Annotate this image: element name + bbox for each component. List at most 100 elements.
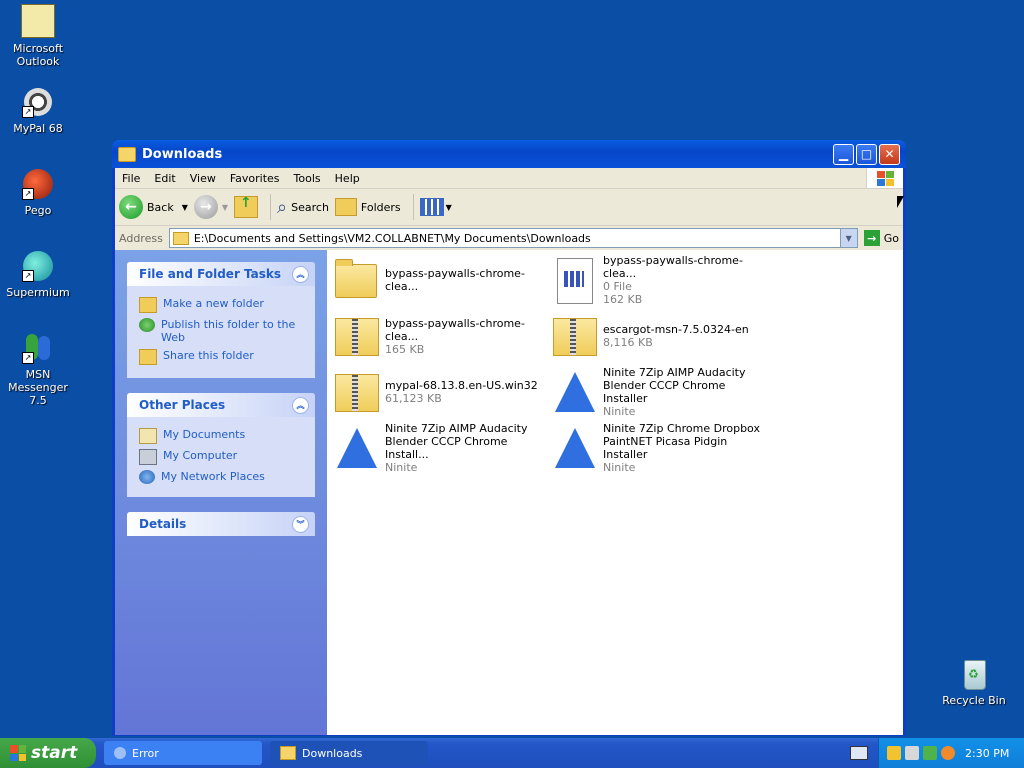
file-name: Ninite 7Zip AIMP Audacity [603, 366, 746, 379]
file-size: 61,123 KB [385, 392, 442, 405]
network-error-icon[interactable] [905, 746, 919, 760]
panel-header[interactable]: Details ︾ [127, 512, 315, 536]
system-tray: 2:30 PM [878, 738, 1024, 768]
task-publish-folder[interactable]: Publish this folder to the Web [139, 318, 305, 344]
file-item[interactable]: bypass-paywalls-chrome-clea... 165 KB [331, 310, 547, 362]
file-name: escargot-msn-7.5.0324-en [603, 323, 749, 336]
minimize-icon: ▁ [838, 147, 849, 161]
taskbar-button-label: Error [132, 746, 159, 760]
address-label: Address [119, 231, 163, 245]
file-type: Ninite [603, 405, 636, 418]
desktop-icon-recycle-bin[interactable]: ♻ Recycle Bin [936, 658, 1012, 707]
desktop-icon-label: MyPal 68 [13, 122, 63, 135]
file-list: bypass-paywalls-chrome-clea... bypass-pa… [327, 250, 903, 735]
desktop-icon-supermium[interactable]: ↗ Supermium [0, 250, 76, 299]
taskbar: start Error Downloads 2:30 PM [0, 738, 1024, 768]
desktop-icon-outlook[interactable]: Microsoft Outlook [0, 4, 76, 68]
search-icon: ⌕ [277, 196, 288, 218]
file-name: bypass-paywalls-chrome-clea... [385, 267, 525, 293]
taskbar-button-error[interactable]: Error [104, 741, 262, 765]
windows-logo-icon [866, 168, 903, 188]
desktop-icon-label: MSN Messenger 7.5 [8, 368, 68, 407]
file-name-line2: Blender CCCP Chrome Installer [603, 379, 726, 405]
folder-icon [172, 231, 189, 245]
maximize-icon: □ [860, 147, 873, 161]
address-path: E:\Documents and Settings\VM2.COLLABNET\… [193, 231, 591, 245]
desktop-icon-mypal[interactable]: ↗ MyPal 68 [0, 86, 76, 135]
file-name: bypass-paywalls-chrome-clea... [603, 254, 743, 280]
file-item[interactable]: bypass-paywalls-chrome-clea... 0 File 16… [549, 254, 765, 306]
mypal-icon: ↗ [22, 86, 54, 118]
folders-button[interactable]: Folders [334, 198, 401, 216]
file-item[interactable]: mypal-68.13.8.en-US.win32 61,123 KB [331, 366, 547, 418]
menu-favorites[interactable]: Favorites [223, 172, 287, 185]
panel-header[interactable]: Other Places ︽ [127, 393, 315, 417]
toolbar-separator [270, 194, 272, 220]
publish-web-icon [139, 318, 155, 332]
zip-icon [331, 312, 381, 360]
desktop-icon-label: Recycle Bin [942, 694, 1006, 707]
close-button[interactable]: ✕ [879, 143, 900, 165]
file-item[interactable]: Ninite 7Zip AIMP Audacity Blender CCCP C… [331, 422, 547, 474]
file-item[interactable]: escargot-msn-7.5.0324-en 8,116 KB [549, 310, 765, 362]
desktop-icon-pego[interactable]: ↗ Pego [0, 168, 76, 217]
menu-view[interactable]: View [183, 172, 223, 185]
collapse-icon[interactable]: ︽ [292, 265, 309, 283]
file-item[interactable]: bypass-paywalls-chrome-clea... [331, 254, 547, 306]
title-bar[interactable]: Downloads ▁ □ ✕ [112, 140, 906, 168]
taskbar-button-label: Downloads [302, 746, 363, 760]
file-item[interactable]: Ninite 7Zip AIMP Audacity Blender CCCP C… [549, 366, 765, 418]
place-my-computer[interactable]: My Computer [139, 449, 305, 465]
back-label: Back [147, 200, 174, 214]
address-input[interactable]: E:\Documents and Settings\VM2.COLLABNET\… [168, 228, 858, 248]
start-label: start [31, 743, 78, 763]
task-label: Publish this folder to the Web [161, 318, 296, 344]
task-share-folder[interactable]: Share this folder [139, 349, 305, 365]
msn-icon: ↗ [22, 332, 54, 364]
menu-tools[interactable]: Tools [287, 172, 328, 185]
file-folder-tasks-panel: File and Folder Tasks ︽ Make a new folde… [127, 262, 315, 378]
folder-icon [118, 146, 136, 162]
file-name: mypal-68.13.8.en-US.win32 [385, 379, 538, 392]
go-label: Go [883, 231, 899, 245]
place-my-network-places[interactable]: My Network Places [139, 470, 305, 484]
place-my-documents[interactable]: My Documents [139, 428, 305, 444]
update-icon[interactable] [923, 746, 937, 760]
folders-label: Folders [360, 200, 401, 214]
panel-title: Details [139, 517, 187, 531]
address-dropdown-icon[interactable]: ▼ [839, 229, 857, 247]
maximize-button[interactable]: □ [856, 143, 877, 165]
forward-button[interactable]: → ▼ [193, 195, 228, 219]
taskbar-button-downloads[interactable]: Downloads [270, 741, 428, 765]
menu-file[interactable]: File [115, 172, 147, 185]
back-button[interactable]: ← Back ▼ [119, 195, 188, 219]
file-name: bypass-paywalls-chrome-clea... [385, 316, 525, 343]
collapse-icon[interactable]: ︽ [292, 396, 309, 414]
back-dropdown-icon[interactable]: ▼ [182, 203, 188, 212]
go-button[interactable]: → Go [863, 230, 899, 246]
keyboard-icon[interactable] [850, 746, 868, 760]
zip-icon [331, 368, 381, 416]
panel-header[interactable]: File and Folder Tasks ︽ [127, 262, 315, 286]
desktop-icon-msn[interactable]: ↗ MSN Messenger 7.5 [0, 332, 76, 407]
desktop-icon-label: Supermium [6, 286, 70, 299]
file-item[interactable]: Ninite 7Zip Chrome Dropbox PaintNET Pica… [549, 422, 765, 474]
views-button[interactable]: ▼ [419, 198, 452, 216]
my-documents-icon [139, 428, 157, 444]
search-label: Search [291, 200, 329, 214]
minimize-button[interactable]: ▁ [833, 143, 854, 165]
task-make-new-folder[interactable]: Make a new folder [139, 297, 305, 313]
start-button[interactable]: start [0, 738, 96, 768]
menu-bar: File Edit View Favorites Tools Help [115, 168, 903, 189]
up-button[interactable]: ↑ [234, 195, 259, 218]
menu-help[interactable]: Help [328, 172, 367, 185]
search-tray-icon[interactable] [941, 746, 955, 760]
folders-icon [334, 198, 357, 216]
back-arrow-icon: ← [119, 195, 143, 219]
expand-icon[interactable]: ︾ [292, 515, 309, 533]
menu-edit[interactable]: Edit [147, 172, 182, 185]
security-shield-icon[interactable] [887, 746, 901, 760]
search-button[interactable]: ⌕ Search [277, 197, 329, 218]
file-name: Ninite 7Zip AIMP Audacity [385, 422, 528, 435]
folder-icon [280, 746, 296, 760]
